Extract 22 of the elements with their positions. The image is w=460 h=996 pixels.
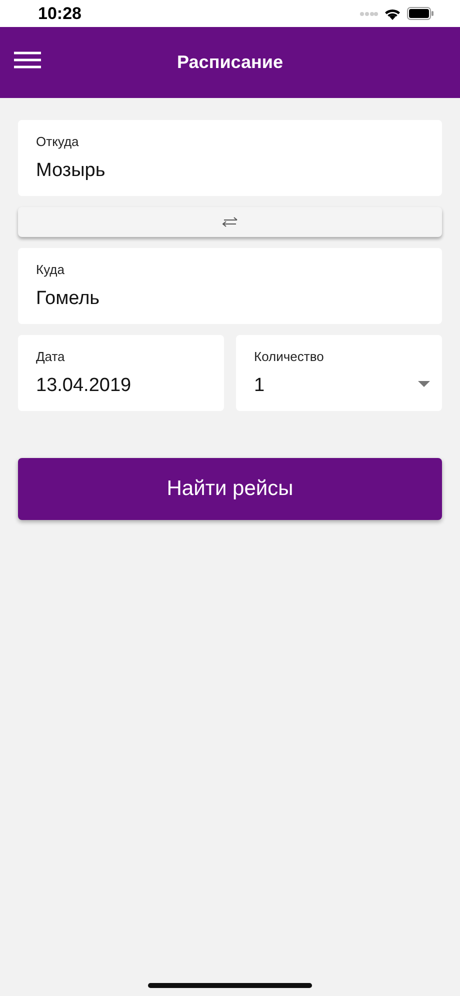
battery-icon [407, 7, 434, 20]
swap-icon [222, 217, 238, 227]
input-field[interactable]: Гомель [36, 288, 424, 310]
count-dropdown[interactable]: Количество 1 [236, 335, 442, 411]
dropdown-value: 1 [254, 375, 266, 397]
caret-icon [418, 381, 430, 387]
input-field[interactable]: 13.04.2019 [36, 375, 206, 397]
text-field[interactable]: Куда Гомель [18, 248, 442, 324]
menu-button[interactable] [14, 51, 41, 71]
field-label: Дата [36, 349, 66, 364]
menu-icon [14, 51, 41, 69]
wifi-icon [384, 8, 401, 20]
screen-title: Расписание [177, 52, 283, 73]
text-field[interactable]: Дата 13.04.2019 [18, 335, 224, 411]
input-field[interactable]: Мозырь [36, 160, 424, 182]
status-time: 10:28 [38, 4, 82, 24]
signal-icon [360, 10, 378, 16]
text-field[interactable]: Откуда Мозырь [18, 120, 442, 196]
search-button[interactable]: Найти рейсы [18, 458, 442, 520]
field-label: Откуда [36, 134, 80, 149]
field-label: Количество [254, 349, 325, 364]
field-label: Куда [36, 262, 66, 277]
